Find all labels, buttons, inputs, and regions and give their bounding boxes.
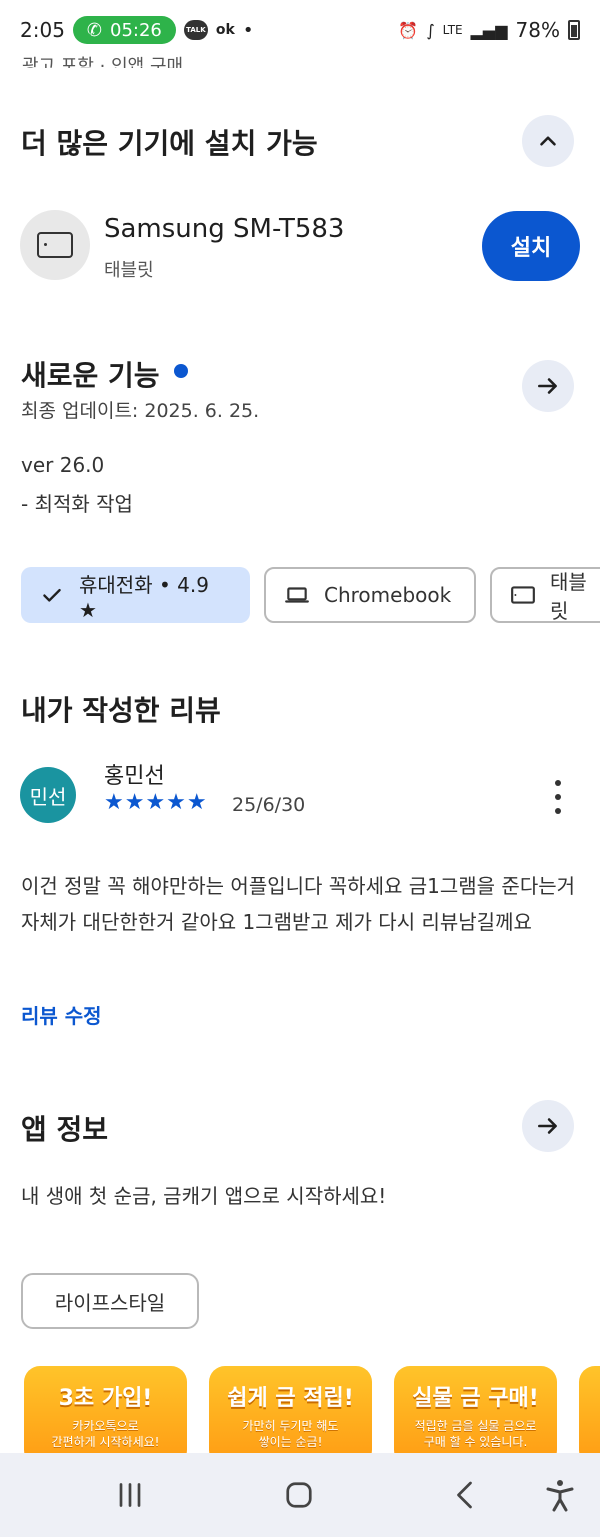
scrolled-tags: 광고 포함 · 인앱 구매 (22, 56, 184, 68)
promo-card[interactable]: 3초 가입! 카카오톡으로 간편하게 시작하세요! (24, 1366, 187, 1466)
promo-title: 쉽게 금 적립! (227, 1386, 354, 1411)
laptop-icon (285, 587, 309, 603)
update-note: - 최적화 작업 (21, 492, 133, 516)
promo-card-partial[interactable] (579, 1366, 600, 1466)
check-icon (43, 588, 61, 602)
chip-chromebook[interactable]: Chromebook (264, 567, 476, 623)
bluetooth-icon: ∫ (426, 20, 435, 40)
promo-card[interactable]: 실물 금 구매! 적립한 금을 실물 금으로 구매 할 수 있습니다. (394, 1366, 557, 1466)
chip-tablet-label: 태블릿 (550, 570, 587, 623)
app-description: 내 생애 첫 순금, 금캐기 앱으로 시작하세요! (21, 1184, 387, 1208)
network-type-icon: LTE (442, 23, 463, 37)
home-icon (286, 1482, 312, 1508)
chevron-up-icon (540, 136, 556, 146)
reviewer-name: 홍민선 (104, 764, 165, 789)
collapse-button[interactable] (522, 115, 574, 167)
app-info-title: 앱 정보 (21, 1113, 109, 1146)
accessibility-icon (546, 1480, 574, 1512)
promo-title: 3초 가입! (58, 1386, 153, 1411)
whats-new-arrow-button[interactable] (522, 360, 574, 412)
review-text: 이건 정말 꼭 해야만하는 어플입니다 꼭하세요 금1그램을 준다는거자체가 대… (21, 874, 576, 934)
promo-subtitle: 카카오톡으로 간편하게 시작하세요! (51, 1419, 160, 1449)
device-name: Samsung SM-T583 (104, 214, 345, 244)
alarm-icon: ⏰ (398, 20, 419, 40)
clock: 2:05 (20, 18, 65, 42)
battery-percent: 78% (515, 18, 560, 42)
call-timer: 05:26 (110, 19, 162, 41)
more-options-icon[interactable] (548, 780, 568, 814)
install-button[interactable]: 설치 (482, 211, 580, 281)
new-indicator-dot (174, 364, 188, 378)
phone-icon: ✆ (86, 19, 103, 41)
tablet-icon (511, 586, 535, 604)
category-chip[interactable]: 라이프스타일 (21, 1273, 199, 1329)
chip-phone-label: 휴대전화 • 4.9 ★ (79, 572, 209, 622)
last-updated: 최종 업데이트: 2025. 6. 25. (21, 400, 260, 422)
chip-chromebook-label: Chromebook (324, 583, 452, 607)
back-button[interactable] (444, 1473, 488, 1517)
device-avatar (20, 210, 90, 280)
ok-cashbag-icon: ok (215, 22, 235, 38)
kakaotalk-icon: TALK (183, 20, 208, 40)
call-indicator[interactable]: ✆ 05:26 (72, 16, 176, 44)
chip-tablet[interactable]: 태블릿 (490, 567, 600, 623)
signal-icon: ▂▄▆ (470, 20, 508, 40)
system-nav-bar (0, 1453, 600, 1537)
app-info-arrow-button[interactable] (522, 1100, 574, 1152)
promo-subtitle: 가만히 두기만 해도 쌓이는 순금! (242, 1419, 339, 1449)
battery-icon (568, 20, 580, 40)
accessibility-button[interactable] (538, 1473, 582, 1517)
review-date: 25/6/30 (232, 794, 306, 816)
more-devices-title: 더 많은 기기에 설치 가능 (21, 127, 318, 160)
promo-title: 실물 금 구매! (412, 1386, 539, 1411)
edit-review-link[interactable]: 리뷰 수정 (21, 1000, 102, 1029)
chip-phone[interactable]: 휴대전화 • 4.9 ★ (21, 567, 250, 623)
recent-apps-icon (119, 1483, 141, 1507)
arrow-right-icon (538, 1118, 557, 1134)
tablet-icon (37, 232, 73, 258)
my-review-title: 내가 작성한 리뷰 (21, 694, 221, 727)
version-text: ver 26.0 (21, 453, 105, 477)
home-button[interactable] (277, 1473, 321, 1517)
more-notifications-dot: • (242, 19, 254, 41)
whats-new-title: 새로운 기능 (21, 359, 160, 392)
promo-card[interactable]: 쉽게 금 적립! 가만히 두기만 해도 쌓이는 순금! (209, 1366, 372, 1466)
back-icon (457, 1481, 472, 1509)
promo-subtitle: 적립한 금을 실물 금으로 구매 할 수 있습니다. (414, 1419, 537, 1449)
avatar: 민선 (20, 767, 76, 823)
arrow-right-icon (538, 378, 557, 394)
device-type: 태블릿 (104, 260, 154, 281)
recent-apps-button[interactable] (108, 1473, 152, 1517)
star-rating: ★★★★★ (104, 790, 208, 815)
